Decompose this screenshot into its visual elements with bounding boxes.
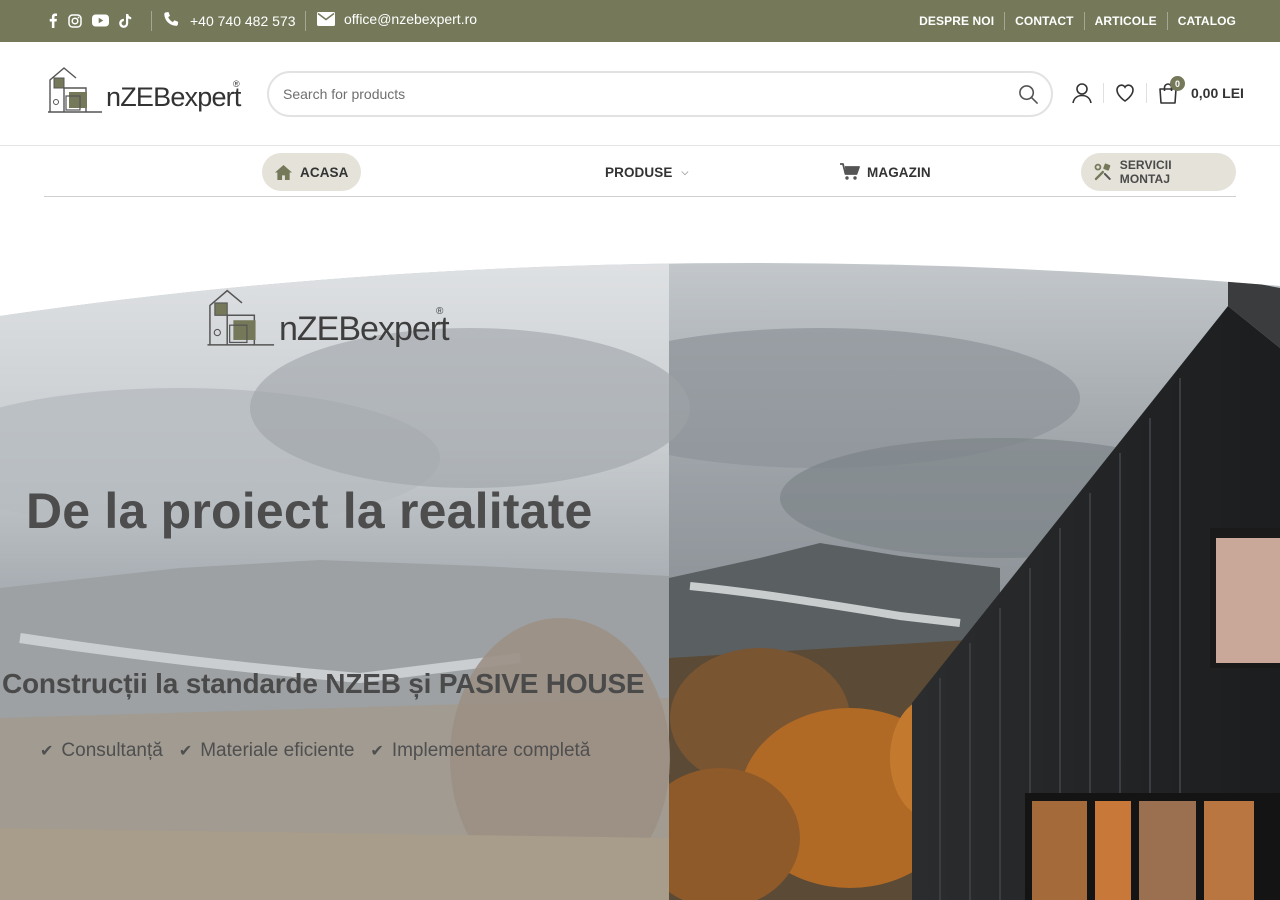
site-logo[interactable]: nZEBexpert ®	[46, 64, 242, 124]
hero-background-image	[0, 262, 1280, 900]
search-input[interactable]	[283, 73, 1003, 115]
link-catalog[interactable]: CATALOG	[1168, 12, 1236, 30]
link-contact[interactable]: CONTACT	[1005, 12, 1085, 30]
topbar-divider	[305, 11, 306, 31]
feature-item: ✔ Consultanță	[40, 740, 163, 761]
checkmark-icon: ✔	[370, 743, 384, 760]
nav-label: PRODUSE	[605, 164, 673, 180]
logo-house-icon	[48, 67, 102, 113]
top-bar: +40 740 482 573 office@nzebexpert.ro DES…	[0, 0, 1280, 42]
topbar-phone[interactable]: +40 740 482 573	[162, 11, 296, 30]
hero-banner: nZEBexpert ® De la proiect la realitate …	[0, 198, 1280, 900]
hero-feature-list: ✔ Consultanță ✔ Materiale eficiente ✔ Imple…	[40, 740, 590, 762]
checkmark-icon: ✔	[178, 743, 193, 760]
instagram-icon[interactable]	[68, 13, 82, 28]
hero-title: De la proiect la realitate	[26, 483, 593, 539]
nav-item-acasa[interactable]: ACASA	[262, 153, 361, 191]
cart-button[interactable]: 0 0,00 LEI	[1157, 76, 1244, 104]
hero-subtitle: Construcții la standarde NZEB și PASIVE …	[2, 668, 645, 699]
nav-item-magazin[interactable]: MAGAZIN	[840, 153, 931, 191]
tools-icon	[1094, 163, 1111, 181]
checkmark-icon: ✔	[40, 743, 54, 760]
facebook-icon[interactable]	[48, 13, 58, 28]
youtube-icon[interactable]	[92, 14, 109, 27]
header-divider	[1146, 83, 1147, 103]
cart-total: 0,00 LEI	[1191, 85, 1244, 101]
wishlist-heart-icon[interactable]	[1114, 82, 1136, 104]
user-account-icon[interactable]	[1071, 82, 1093, 104]
topbar-email[interactable]: office@nzebexpert.ro	[317, 11, 477, 27]
logo-wordmark: nZEBexpert	[106, 82, 241, 112]
cart-count-badge: 0	[1170, 76, 1185, 91]
nav-label: MAGAZIN	[867, 164, 931, 180]
search-bar	[267, 71, 1053, 117]
hero-logo-registered-mark: ®	[436, 306, 444, 317]
main-navigation: ACASA PRODUSE ⌵ MAGAZIN SERVICII MONTAJ	[44, 147, 1236, 197]
phone-icon	[164, 12, 179, 26]
tiktok-icon[interactable]	[119, 13, 132, 28]
chevron-down-icon: ⌵	[681, 166, 689, 177]
link-despre-noi[interactable]: DESPRE NOI	[909, 12, 1006, 30]
nav-item-produse[interactable]: PRODUSE ⌵	[605, 153, 688, 191]
nav-label: SERVICII MONTAJ	[1119, 158, 1172, 186]
phone-number[interactable]: +40 740 482 573	[190, 13, 296, 29]
link-articole[interactable]: ARTICOLE	[1085, 12, 1168, 30]
search-icon[interactable]	[1018, 84, 1039, 105]
nav-item-servicii-montaj[interactable]: SERVICII MONTAJ	[1081, 153, 1236, 191]
cart-icon	[840, 163, 860, 180]
nav-label: ACASA	[300, 164, 349, 180]
logo-house-icon	[207, 289, 275, 346]
hero-logo-wordmark: nZEBexpert	[279, 310, 450, 348]
topbar-divider	[151, 11, 152, 31]
feature-item: ✔ Materiale eficiente	[178, 740, 355, 761]
mail-icon	[317, 12, 335, 26]
hero-logo: nZEBexpert ®	[205, 288, 450, 358]
feature-item: ✔ Implementare completă	[370, 740, 591, 761]
email-address[interactable]: office@nzebexpert.ro	[344, 11, 477, 27]
site-header: nZEBexpert ® 0 0,00 LEI	[0, 42, 1280, 146]
header-actions: 0 0,00 LEI	[1071, 76, 1244, 104]
logo-registered-mark: ®	[233, 79, 240, 89]
topbar-links: DESPRE NOI CONTACT ARTICOLE CATALOG	[909, 0, 1236, 42]
home-icon	[275, 164, 292, 180]
social-links	[48, 13, 132, 28]
header-divider	[1103, 83, 1104, 103]
